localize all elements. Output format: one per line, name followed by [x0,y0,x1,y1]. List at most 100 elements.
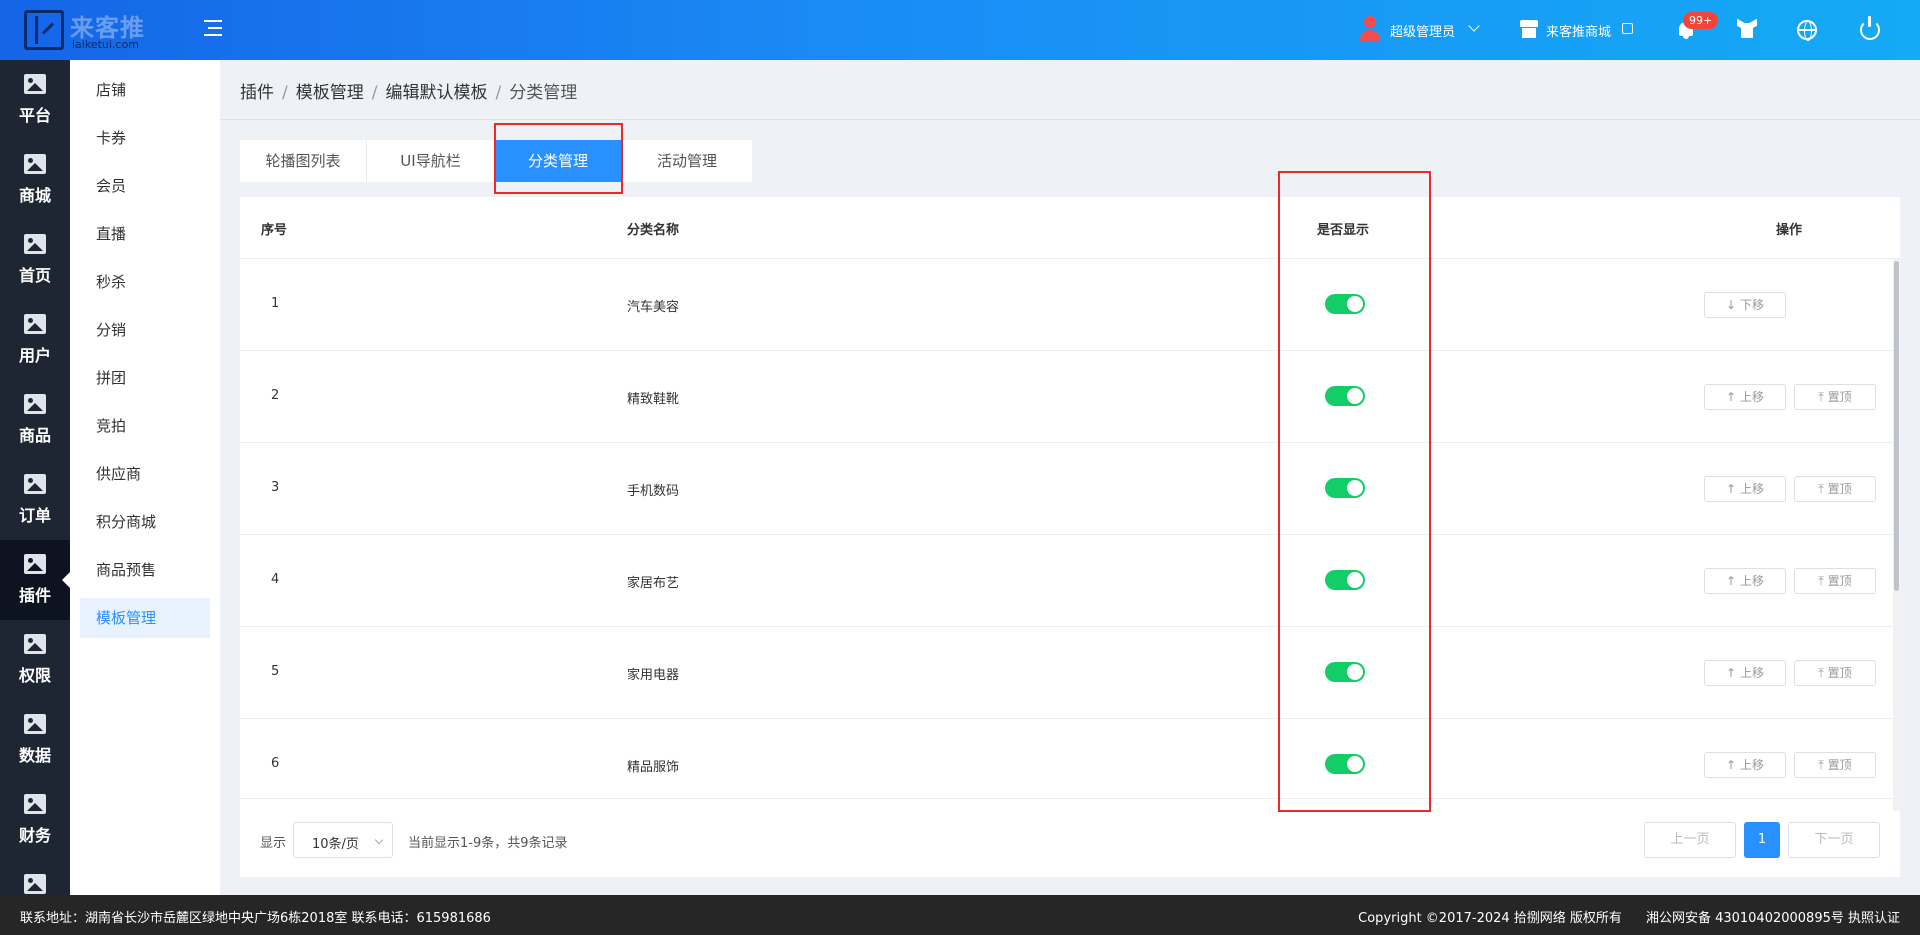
breadcrumb: 插件 / 模板管理 / 编辑默认模板 / 分类管理 [240,83,578,103]
subnav-item-points-mall[interactable]: 积分商城 [80,502,210,542]
move-top-button[interactable]: ⤒ 置顶 [1794,752,1876,778]
nav-item-finance[interactable]: 财务 [0,780,70,860]
arrow-up-icon: ↑ [1725,666,1737,680]
table-scrollbar[interactable] [1893,259,1900,811]
nav-item-more[interactable] [0,860,70,895]
move-top-button[interactable]: ⤒ 置顶 [1794,660,1876,686]
theme-shirt-icon[interactable] [1737,18,1757,38]
nav-item-products[interactable]: 商品 [0,380,70,460]
nav-item-mall[interactable]: 商城 [0,140,70,220]
move-up-button[interactable]: ↑ 上移 [1704,568,1786,594]
nav-item-label: 平台 [18,106,51,125]
nav-item-plugins[interactable]: 插件 [0,540,70,620]
move-top-button[interactable]: ⤒ 置顶 [1794,476,1876,502]
move-up-button[interactable]: ↑ 上移 [1704,476,1786,502]
breadcrumb-item[interactable]: 编辑默认模板 [385,83,487,103]
table-row: 6 精品服饰 ↑ 上移 ⤒ 置顶 [240,719,1893,799]
page-number-current[interactable]: 1 [1744,822,1780,858]
nav-item-permissions[interactable]: 权限 [0,620,70,700]
scrollbar-thumb[interactable] [1894,261,1899,591]
row-name: 家居布艺 [627,576,680,591]
image-icon [24,554,46,574]
subnav-item-group-buy[interactable]: 拼团 [80,358,210,398]
table-row: 2 精致鞋靴 ↑ 上移 ⤒ 置顶 [240,351,1893,443]
table-row: 4 家居布艺 ↑ 上移 ⤒ 置顶 [240,535,1893,627]
table-row: 3 手机数码 ↑ 上移 ⤒ 置顶 [240,443,1893,535]
nav-item-label: 商城 [18,186,51,205]
move-top-button[interactable]: ⤒ 置顶 [1794,568,1876,594]
nav-item-label: 用户 [18,346,51,365]
subnav-item-live[interactable]: 直播 [80,214,210,254]
subnav-item-suppliers[interactable]: 供应商 [80,454,210,494]
image-icon [24,74,46,94]
logout-power-icon[interactable] [1860,16,1880,40]
external-link-icon [1622,23,1633,34]
nav-item-label: 商品 [18,426,51,445]
tab-activity-management[interactable]: 活动管理 [622,140,752,182]
image-icon [24,314,46,334]
page-size-select[interactable]: 10条/页 [293,822,393,858]
nav-item-data[interactable]: 数据 [0,700,70,780]
prev-page-button[interactable]: 上一页 [1644,822,1736,858]
arrow-to-top-icon: ⤒ [1818,758,1824,772]
subnav-item-store[interactable]: 店铺 [80,70,210,110]
row-index: 1 [271,296,280,311]
breadcrumb-item[interactable]: 插件 [240,83,274,103]
nav-item-users[interactable]: 用户 [0,300,70,380]
nav-item-label: 数据 [18,746,51,765]
subnav-item-distribution[interactable]: 分销 [80,310,210,350]
notification-badge: 99+ [1683,12,1719,29]
tab-ui-nav[interactable]: UI导航栏 [367,140,495,182]
move-up-button[interactable]: ↑ 上移 [1704,752,1786,778]
image-icon [24,234,46,254]
chevron-down-icon [374,835,384,845]
footer-right: Copyright ©2017-2024 拾捌网络 版权所有 湘公网安备 4301… [1358,907,1900,926]
arrow-down-icon: ↓ [1725,298,1737,312]
nav-item-platform[interactable]: 平台 [0,60,70,140]
logo[interactable]: 来客推 laiketui.com [24,6,174,54]
logo-mark-icon [24,10,64,50]
arrow-up-icon: ↑ [1725,758,1737,772]
subnav-item-auction[interactable]: 竞拍 [80,406,210,446]
nav-item-label: 权限 [18,666,51,685]
arrow-to-top-icon: ⤒ [1818,390,1824,404]
highlight-box-visibility-column [1278,171,1431,812]
subnav-item-flash-sale[interactable]: 秒杀 [80,262,210,302]
row-name: 精品服饰 [627,760,680,775]
breadcrumb-current: 分类管理 [509,83,578,103]
image-icon [24,474,46,494]
arrow-to-top-icon: ⤒ [1818,574,1824,588]
image-icon [24,634,46,654]
col-name: 分类名称 [627,223,680,238]
nav-item-label: 首页 [18,266,51,285]
image-icon [24,874,46,894]
footer-copyright: Copyright ©2017-2024 拾捌网络 版权所有 [1358,911,1622,926]
subnav-item-presale[interactable]: 商品预售 [80,550,210,590]
move-top-button[interactable]: ⤒ 置顶 [1794,384,1876,410]
top-bar: 来客推 laiketui.com 超级管理员 来客推商城 99+ [0,0,1920,60]
language-globe-icon[interactable] [1797,20,1817,41]
footer-icp[interactable]: 湘公网安备 43010402000895号 执照认证 [1646,911,1900,926]
row-name: 手机数码 [627,484,680,499]
nav-item-orders[interactable]: 订单 [0,460,70,540]
image-icon [24,714,46,734]
user-menu[interactable]: 超级管理员 [1358,16,1488,44]
nav-item-label: 订单 [18,506,51,525]
subnav-item-templates[interactable]: 模板管理 [80,598,210,638]
move-up-button[interactable]: ↑ 上移 [1704,660,1786,686]
nav-item-home[interactable]: 首页 [0,220,70,300]
tab-carousel-list[interactable]: 轮播图列表 [240,140,367,182]
subnav-item-members[interactable]: 会员 [80,166,210,206]
col-actions: 操作 [1776,223,1803,238]
breadcrumb-item[interactable]: 模板管理 [296,83,364,103]
subnav-item-coupons[interactable]: 卡券 [80,118,210,158]
arrow-to-top-icon: ⤒ [1818,482,1824,496]
move-up-button[interactable]: ↑ 上移 [1704,384,1786,410]
arrow-up-icon: ↑ [1725,390,1737,404]
next-page-button[interactable]: 下一页 [1788,822,1880,858]
menu-toggle-icon[interactable] [200,18,222,38]
user-avatar-icon [1358,16,1382,44]
page-size-value: 10条/页 [312,837,359,852]
move-down-button[interactable]: ↓ 下移 [1704,292,1786,318]
arrow-up-icon: ↑ [1725,574,1737,588]
